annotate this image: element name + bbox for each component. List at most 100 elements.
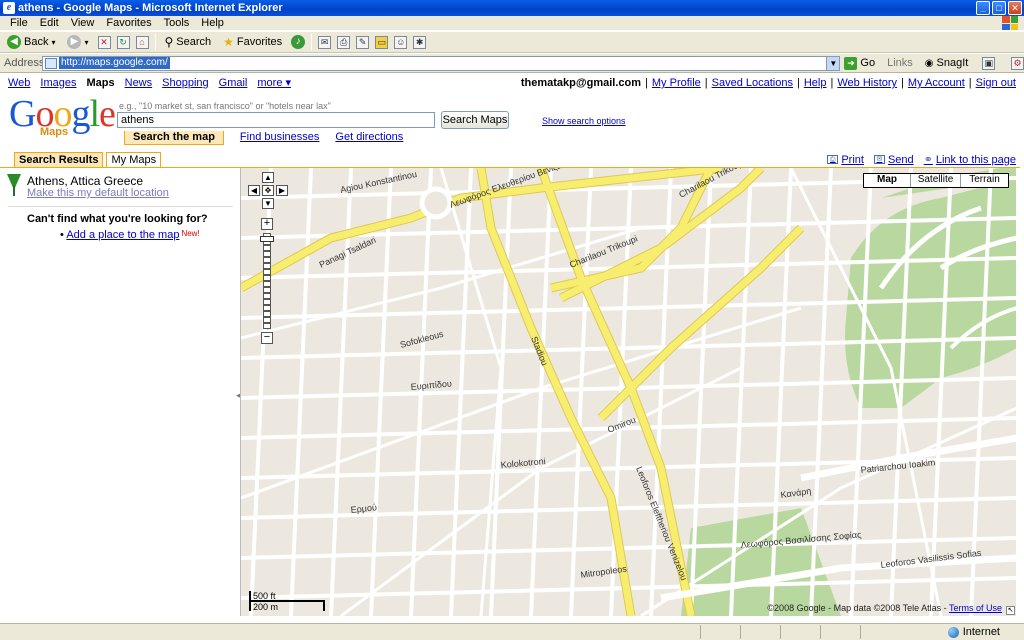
- zoom-slider-track[interactable]: [263, 233, 271, 329]
- account-email: thematakp@gmail.com: [520, 77, 642, 89]
- search-magnifier-icon: ⚲: [164, 35, 174, 49]
- menu-help[interactable]: Help: [195, 16, 230, 30]
- print-icon[interactable]: ⎙: [337, 35, 351, 49]
- send-link[interactable]: ✉ Send: [873, 153, 914, 166]
- address-dropdown-icon[interactable]: ▼: [826, 56, 840, 70]
- scale-m: 200 m: [253, 602, 279, 612]
- menu-view[interactable]: View: [65, 16, 101, 30]
- page-menu-icon[interactable]: ▣: [982, 56, 996, 70]
- address-input[interactable]: http://maps.google.com/ ▼: [42, 55, 841, 71]
- refresh-icon[interactable]: ↻: [116, 35, 130, 49]
- help-link[interactable]: Help: [804, 75, 827, 91]
- ie-icon: e: [3, 2, 15, 14]
- menu-file[interactable]: File: [4, 16, 34, 30]
- edit-icon[interactable]: ✎: [356, 35, 370, 49]
- copyright-text: ©2008 Google - Map data ©2008 Tele Atlas…: [767, 603, 947, 613]
- forward-button[interactable]: ▶ ▾: [64, 33, 91, 51]
- address-label: Address: [4, 57, 45, 69]
- scale-bar: 500 ft 200 m: [249, 591, 329, 613]
- google-bar: Web Images Maps News Shopping Gmail more…: [8, 75, 1016, 91]
- stop-icon[interactable]: ✕: [97, 35, 111, 49]
- close-button[interactable]: ✕: [1008, 1, 1022, 15]
- favorites-button[interactable]: ★ Favorites: [220, 33, 285, 51]
- minimize-button[interactable]: _: [976, 1, 990, 15]
- map-type-map[interactable]: Map: [864, 174, 910, 187]
- gbar-link-more[interactable]: more ▾: [257, 75, 291, 91]
- back-dropdown-icon[interactable]: ▾: [51, 38, 55, 47]
- research-icon[interactable]: ✱: [413, 35, 427, 49]
- folder-icon[interactable]: ▭: [375, 35, 389, 49]
- show-search-options-link[interactable]: Show search options: [542, 116, 626, 126]
- tab-search-results[interactable]: Search Results: [14, 152, 104, 167]
- result-title[interactable]: Athens, Attica Greece: [27, 174, 143, 188]
- pan-center-icon[interactable]: ✥: [262, 185, 274, 196]
- zoom-in-icon[interactable]: +: [261, 218, 273, 230]
- gbar-link-web[interactable]: Web: [8, 75, 30, 91]
- menu-tools[interactable]: Tools: [158, 16, 196, 30]
- search-hint: e.g., "10 market st, san francisco" or "…: [119, 101, 331, 111]
- roundabout: [419, 186, 453, 220]
- home-icon[interactable]: ⌂: [135, 35, 149, 49]
- search-input[interactable]: athens: [117, 112, 435, 128]
- status-bar: Internet: [0, 623, 1024, 640]
- map-tiles: Agiou Konstantinou Panagi Tsaldari Chari…: [241, 168, 1016, 616]
- add-place-link[interactable]: Add a place to the map: [66, 229, 179, 241]
- envelope-icon: ✉: [873, 155, 885, 164]
- tab-find-businesses[interactable]: Find businesses: [240, 131, 320, 145]
- gbar-link-gmail[interactable]: Gmail: [219, 75, 248, 91]
- label-kanari: Κανάρη: [780, 486, 812, 500]
- resize-grip-icon[interactable]: ↖: [1006, 606, 1015, 615]
- link-to-page-link[interactable]: ⚭ Link to this page: [924, 153, 1016, 167]
- label-evripidou: Ευριπίδου: [410, 378, 452, 392]
- tab-my-maps[interactable]: My Maps: [106, 152, 162, 167]
- menu-edit[interactable]: Edit: [34, 16, 65, 30]
- snagit-label: SnagIt: [936, 57, 969, 69]
- window-titlebar: e athens - Google Maps - Microsoft Inter…: [0, 0, 1024, 16]
- tab-search-the-map[interactable]: Search the map: [124, 131, 224, 145]
- make-default-location-link[interactable]: Make this my default location: [27, 187, 169, 199]
- sign-out-link[interactable]: Sign out: [976, 75, 1016, 91]
- saved-locations-link[interactable]: Saved Locations: [712, 75, 793, 91]
- pan-left-icon[interactable]: ◀: [248, 185, 260, 196]
- address-url[interactable]: http://maps.google.com/: [59, 57, 170, 69]
- menu-favorites[interactable]: Favorites: [100, 16, 157, 30]
- my-profile-link[interactable]: My Profile: [652, 75, 701, 91]
- links-button[interactable]: Links: [887, 57, 913, 69]
- go-button[interactable]: ➜ Go: [844, 56, 875, 70]
- pan-down-icon[interactable]: ▼: [262, 198, 274, 209]
- gbar-link-shopping[interactable]: Shopping: [162, 75, 209, 91]
- gbar-link-images[interactable]: Images: [40, 75, 76, 91]
- zoom-out-icon[interactable]: −: [261, 332, 273, 344]
- pan-right-icon[interactable]: ▶: [276, 185, 288, 196]
- logo-maps-label: Maps: [40, 126, 69, 138]
- terms-of-use-link[interactable]: Terms of Use: [949, 603, 1002, 613]
- security-zone: Internet: [947, 626, 1000, 638]
- snagit-button[interactable]: ◉ SnagIt: [925, 57, 969, 69]
- map-action-links: ⎙ Print ✉ Send ⚭ Link to this page: [827, 153, 1016, 166]
- page-icon: [45, 57, 57, 69]
- media-icon[interactable]: ♪: [291, 35, 306, 49]
- zoom-slider-knob[interactable]: [260, 236, 274, 242]
- mail-icon[interactable]: ✉: [318, 35, 332, 49]
- back-button[interactable]: ◀ Back ▾: [4, 33, 58, 51]
- tab-get-directions[interactable]: Get directions: [335, 131, 403, 145]
- search-maps-button[interactable]: Search Maps: [441, 111, 509, 129]
- map-canvas[interactable]: Agiou Konstantinou Panagi Tsaldari Chari…: [240, 168, 1016, 616]
- map-type-terrain[interactable]: Terrain: [960, 174, 1008, 187]
- favorites-label: Favorites: [236, 36, 283, 48]
- results-panel: Athens, Attica Greece Make this my defau…: [0, 168, 238, 616]
- gbar-link-news[interactable]: News: [125, 75, 153, 91]
- pan-up-icon[interactable]: ▲: [262, 172, 274, 183]
- forward-dropdown-icon[interactable]: ▾: [84, 38, 88, 47]
- maximize-button[interactable]: □: [992, 1, 1006, 15]
- print-link[interactable]: ⎙ Print: [827, 153, 864, 166]
- messenger-icon[interactable]: ☺: [394, 35, 408, 49]
- tools-menu-icon[interactable]: ⚙: [1011, 56, 1024, 70]
- my-account-link[interactable]: My Account: [908, 75, 965, 91]
- map-type-satellite[interactable]: Satellite: [910, 174, 960, 187]
- search-mode-tabs: Search the map Find businesses Get direc…: [124, 131, 403, 145]
- search-button[interactable]: ⚲ Search: [162, 33, 215, 51]
- web-history-link[interactable]: Web History: [837, 75, 897, 91]
- new-badge: New!: [181, 229, 200, 238]
- gbar-link-maps: Maps: [86, 77, 115, 89]
